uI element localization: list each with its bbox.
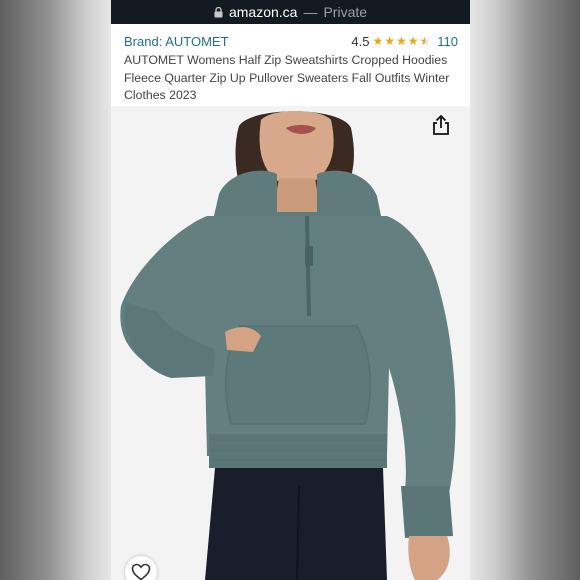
product-image[interactable] [111, 106, 470, 580]
product-photo [111, 106, 470, 580]
share-icon [433, 115, 449, 135]
browsing-mode: Private [323, 4, 368, 20]
product-title: AUTOMET Womens Half Zip Sweatshirts Crop… [124, 53, 450, 102]
star-half-icon: ★ [419, 34, 431, 48]
product-info: Brand: AUTOMET 4.5 ★ ★ ★ ★ ★ 110 AUTOMET… [111, 24, 470, 111]
star-icon: ★ [372, 34, 384, 48]
rating[interactable]: 4.5 ★ ★ ★ ★ ★ 110 [351, 34, 458, 49]
star-icon: ★ [384, 34, 395, 48]
rating-value: 4.5 [351, 33, 370, 49]
url-separator: — [303, 4, 318, 20]
star-icon: ★ [395, 34, 407, 48]
heart-icon [131, 563, 151, 580]
share-button[interactable] [426, 110, 456, 140]
rating-count[interactable]: 110 [437, 34, 458, 49]
url-domain: amazon.ca [228, 4, 298, 20]
browser-url-bar[interactable]: amazon.ca — Private [111, 0, 470, 24]
brand-link[interactable]: Brand: AUTOMET [124, 34, 229, 49]
star-icon: ★ [407, 34, 419, 48]
rating-stars: ★ ★ ★ ★ ★ [372, 35, 430, 47]
phone-screen: amazon.ca — Private Brand: AUTOMET 4.5 ★… [111, 0, 470, 580]
brand-rating-row: Brand: AUTOMET 4.5 ★ ★ ★ ★ ★ 110 [124, 32, 458, 50]
lock-icon [214, 6, 223, 18]
wishlist-button[interactable] [125, 556, 157, 580]
